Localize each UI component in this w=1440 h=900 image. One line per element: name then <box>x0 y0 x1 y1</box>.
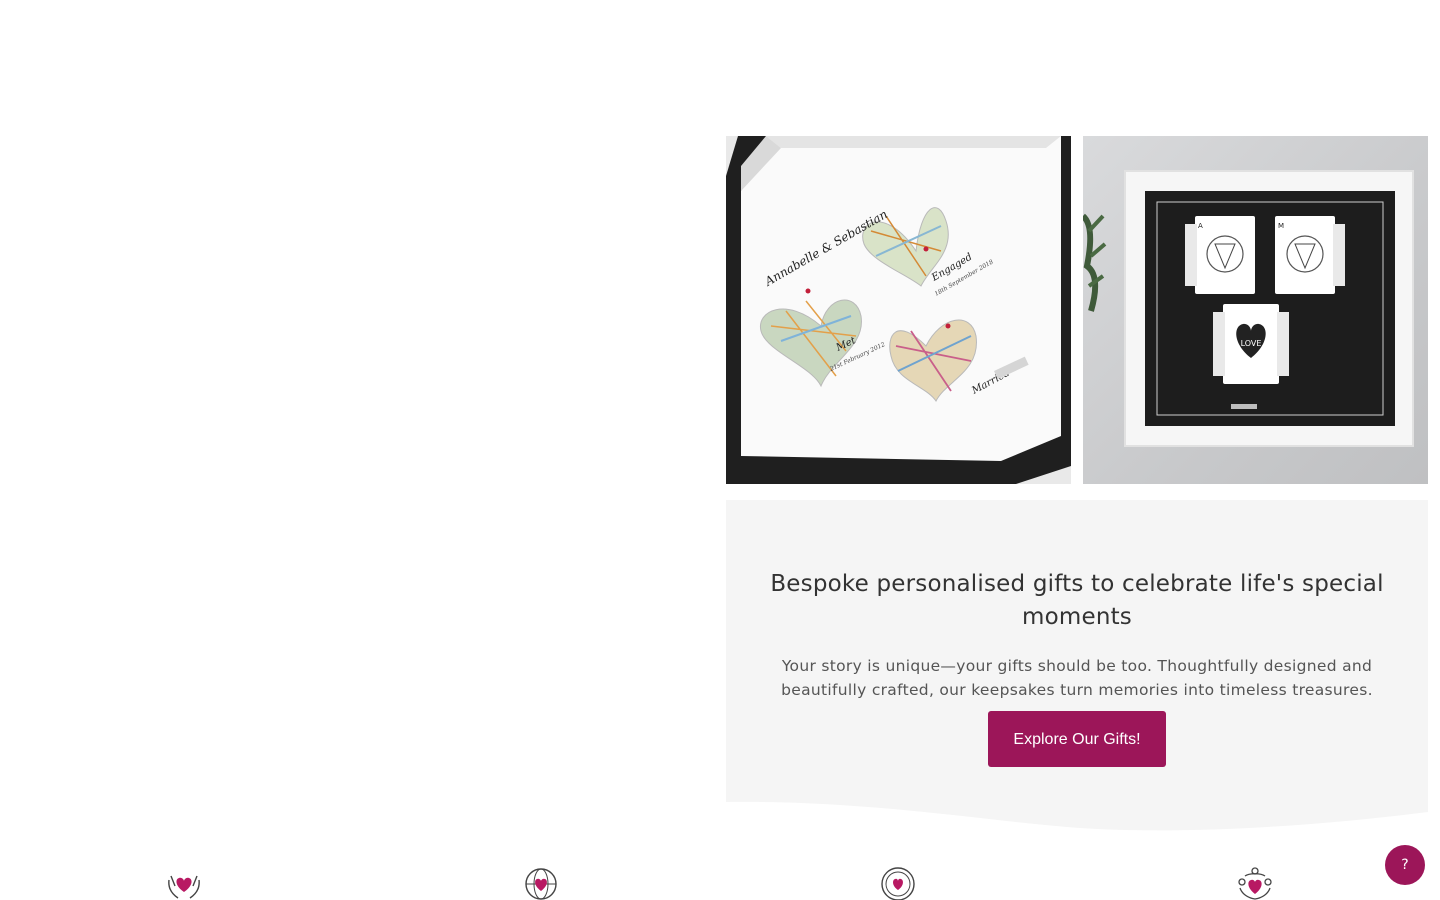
love-card: LOVE <box>1213 304 1289 384</box>
product-image-map-hearts[interactable]: Annabelle & Sebastian Met 21st February … <box>726 136 1071 484</box>
globe-heart-icon <box>525 868 557 900</box>
playing-cards-frame-illustration: A M LOVE <box>1083 170 1414 447</box>
hero-content: Bespoke personalised gifts to celebrate … <box>726 568 1428 767</box>
card-1-letter: A <box>1198 222 1203 230</box>
help-button[interactable]: ? <box>1385 845 1425 885</box>
plant-leaves <box>1083 213 1107 312</box>
lion-card-2: M <box>1275 216 1345 294</box>
people-heart-icon <box>1238 867 1272 900</box>
map-hearts-frame-illustration: Annabelle & Sebastian Met 21st February … <box>726 136 1071 484</box>
card-2-letter: M <box>1278 222 1284 230</box>
love-card-text: LOVE <box>1241 339 1262 348</box>
hero-title: Bespoke personalised gifts to celebrate … <box>770 571 1384 630</box>
page: Annabelle & Sebastian Met 21st February … <box>0 0 1440 900</box>
product-image-playing-cards[interactable]: A M LOVE <box>1083 136 1428 484</box>
badge-heart-icon <box>881 867 915 900</box>
explore-gifts-button[interactable]: Explore Our Gifts! <box>988 711 1166 767</box>
hero-card-wave <box>726 790 1428 831</box>
hands-heart-icon <box>168 875 200 899</box>
frame-plaque <box>1231 404 1257 409</box>
lion-card-1: A <box>1185 216 1255 294</box>
hero-description: Your story is unique—your gifts should b… <box>781 657 1373 699</box>
